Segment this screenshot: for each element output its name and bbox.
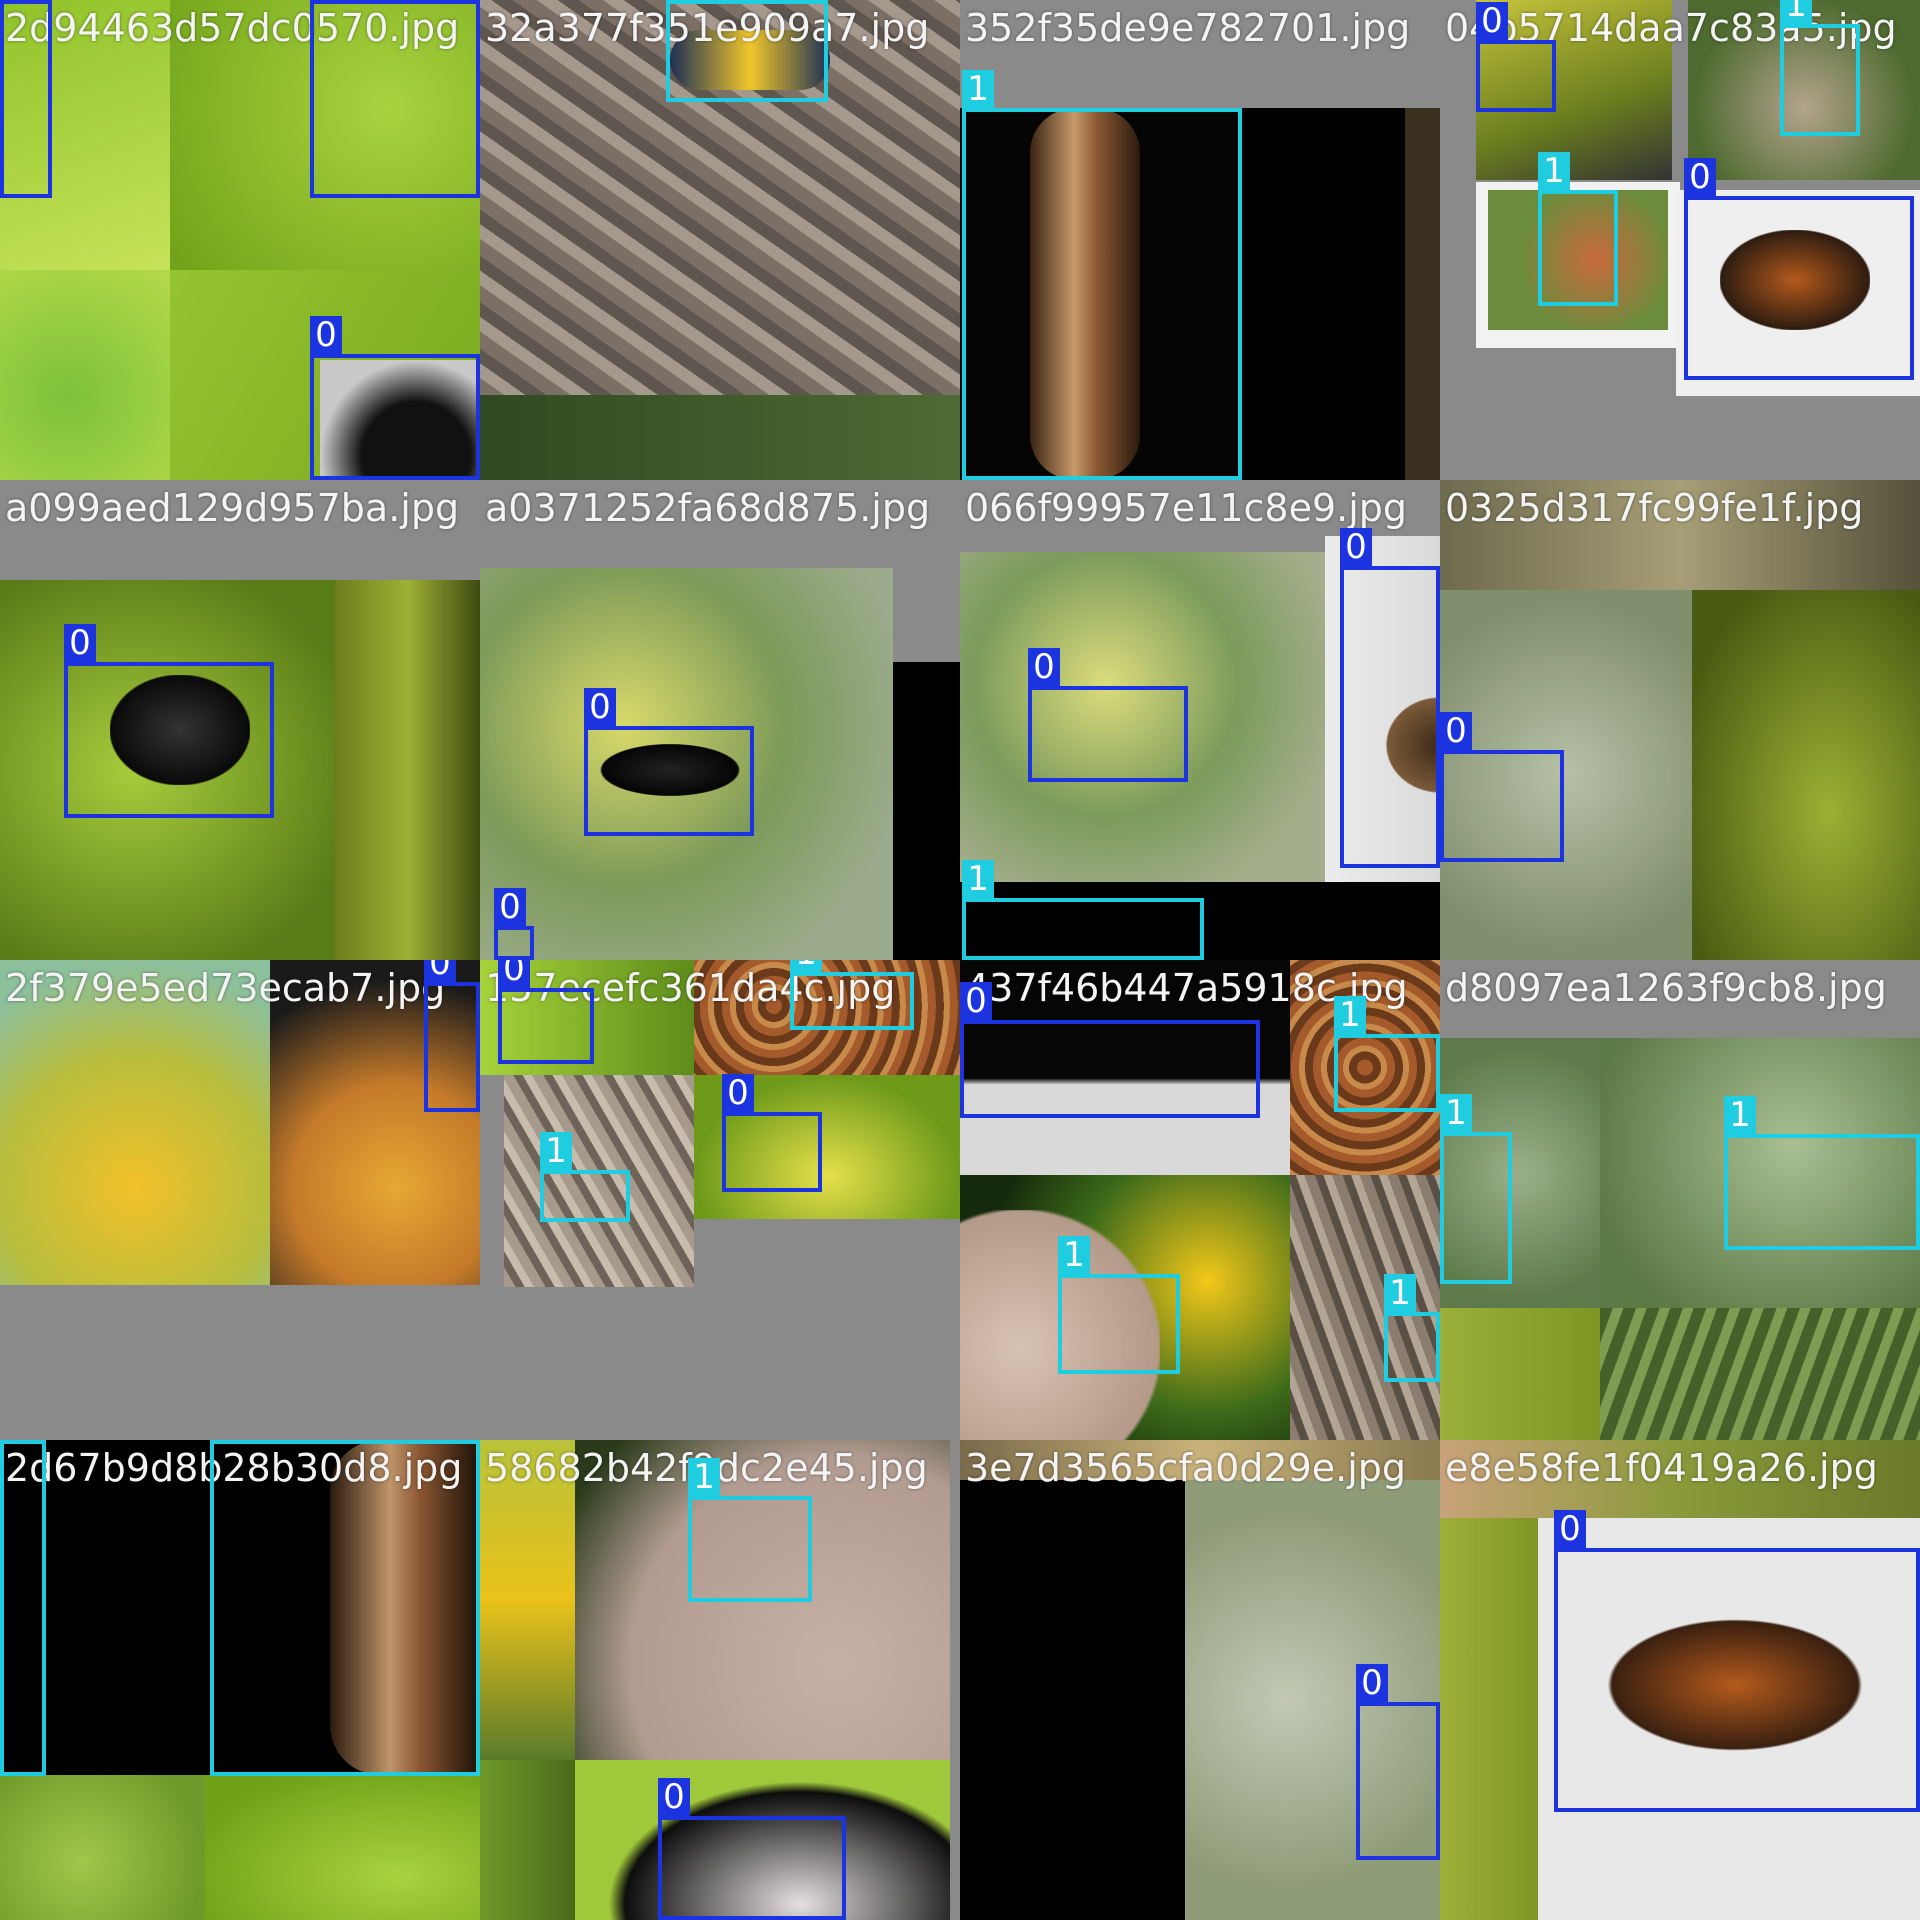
detection-box: 0 — [494, 888, 534, 960]
detection-box: 1 — [1440, 1094, 1512, 1284]
detection-box: 1 — [666, 0, 828, 102]
detection-box: 0 — [498, 960, 594, 1064]
class-label: 0 — [424, 960, 456, 982]
class-label: 0 — [722, 1074, 754, 1112]
class-label: 1 — [1724, 1096, 1756, 1134]
class-label: 1 — [1334, 996, 1366, 1034]
detection-box: 0 — [0, 0, 52, 198]
class-label: 0 — [960, 982, 992, 1020]
detection-box: 0 — [1356, 1664, 1440, 1860]
tile-filename: e8e58fe1f0419a26.jpg — [1445, 1446, 1878, 1490]
detection-box: 0 — [722, 1074, 822, 1192]
mosaic-tile: 04b5714daa7c83a5.jpg 0 1 1 0 — [1440, 0, 1920, 480]
detection-box: 1 — [1334, 996, 1440, 1112]
detection-box: 0 — [1340, 528, 1440, 868]
detection-box: 1 — [210, 1440, 480, 1776]
detection-box: 0 — [310, 316, 480, 480]
class-label: 1 — [1058, 1236, 1090, 1274]
mosaic-tile: a099aed129d957ba.jpg 0 — [0, 480, 480, 960]
class-label: 1 — [790, 960, 822, 972]
class-label: 1 — [962, 860, 994, 898]
mosaic-tile: d8097ea1263f9cb8.jpg 1 1 — [1440, 960, 1920, 1440]
class-label: 0 — [310, 316, 342, 354]
detection-box: 0 — [1554, 1510, 1920, 1812]
class-label: 0 — [494, 888, 526, 926]
tile-filename: a0371252fa68d875.jpg — [485, 486, 931, 530]
class-label: 0 — [498, 960, 530, 988]
class-label: 0 — [1440, 712, 1472, 750]
class-label: 0 — [584, 688, 616, 726]
mosaic-tile: 3e7d3565cfa0d29e.jpg 0 — [960, 1440, 1440, 1920]
detection-box: 0 — [64, 624, 274, 818]
class-label: 0 — [1340, 528, 1372, 566]
detection-box: 1 — [1724, 1096, 1920, 1250]
tile-filename: 0325d317fc99fe1f.jpg — [1445, 486, 1864, 530]
detection-box: 0 — [310, 0, 480, 198]
detection-box: 1 — [790, 960, 914, 1030]
mosaic-tile: e8e58fe1f0419a26.jpg 0 — [1440, 1440, 1920, 1920]
detection-box: 0 — [1440, 712, 1564, 862]
tile-filename: 352f35de9e782701.jpg — [965, 6, 1411, 50]
mosaic-tile: 0325d317fc99fe1f.jpg 0 — [1440, 480, 1920, 960]
detection-box: 1 — [962, 70, 1242, 480]
class-label: 1 — [1780, 0, 1812, 24]
mosaic-tile: 2d67b9d8b28b30d8.jpg 1 1 — [0, 1440, 480, 1920]
detection-box: 1 — [1538, 152, 1618, 306]
mosaic-tile: 32a377f351e909a7.jpg 1 — [480, 0, 960, 480]
class-label: 1 — [688, 1458, 720, 1496]
class-label: 0 — [658, 1778, 690, 1816]
detection-box: 0 — [658, 1778, 846, 1920]
mosaic-tile: 157ecefc361da4c.jpg 0 1 0 1 — [480, 960, 960, 1440]
tile-filename: a099aed129d957ba.jpg — [5, 486, 460, 530]
class-label: 0 — [1476, 2, 1508, 40]
mosaic-grid: 2d94463d57dc0570.jpg 0 0 0 32a377f351e90… — [0, 0, 1920, 1920]
class-label: 1 — [1384, 1274, 1416, 1312]
class-label: 0 — [1028, 648, 1060, 686]
detection-box: 1 — [1384, 1274, 1440, 1382]
detection-box: 0 — [1684, 158, 1914, 380]
mosaic-tile: 066f99957e11c8e9.jpg 0 0 1 — [960, 480, 1440, 960]
class-label: 1 — [1440, 1094, 1472, 1132]
detection-box: 1 — [962, 860, 1204, 960]
detection-box: 0 — [1476, 2, 1556, 112]
tile-filename: d8097ea1263f9cb8.jpg — [1445, 966, 1887, 1010]
mosaic-tile: 437f46b447a5918c.jpg 0 1 1 1 — [960, 960, 1440, 1440]
mosaic-tile: 2f379e5ed73ecab7.jpg 0 — [0, 960, 480, 1440]
detection-box: 1 — [1780, 0, 1860, 136]
detection-box: 1 — [540, 1132, 630, 1222]
detection-box: 0 — [584, 688, 754, 836]
mosaic-tile: 352f35de9e782701.jpg 1 — [960, 0, 1440, 480]
class-label: 0 — [64, 624, 96, 662]
class-label: 0 — [1684, 158, 1716, 196]
detection-box: 1 — [0, 1440, 46, 1776]
tile-filename: 2f379e5ed73ecab7.jpg — [5, 966, 446, 1010]
detection-box: 0 — [960, 982, 1260, 1118]
class-label: 0 — [1554, 1510, 1586, 1548]
detection-box: 0 — [1028, 648, 1188, 782]
mosaic-tile: a0371252fa68d875.jpg 0 0 — [480, 480, 960, 960]
mosaic-tile: 58682b42f9dc2e45.jpg 1 0 — [480, 1440, 960, 1920]
detection-box: 1 — [1058, 1236, 1180, 1374]
class-label: 1 — [962, 70, 994, 108]
class-label: 0 — [1356, 1664, 1388, 1702]
detection-box: 0 — [424, 960, 480, 1112]
detection-box: 1 — [688, 1458, 812, 1602]
class-label: 1 — [540, 1132, 572, 1170]
mosaic-tile: 2d94463d57dc0570.jpg 0 0 0 — [0, 0, 480, 480]
tile-filename: 3e7d3565cfa0d29e.jpg — [965, 1446, 1407, 1490]
class-label: 1 — [1538, 152, 1570, 190]
tile-filename: 066f99957e11c8e9.jpg — [965, 486, 1408, 530]
